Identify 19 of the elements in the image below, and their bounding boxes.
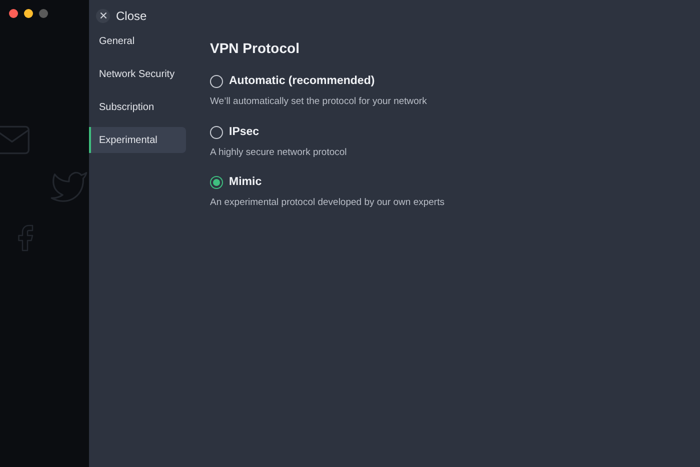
sidebar-item[interactable]: Subscription <box>89 94 186 120</box>
zoom-window-control[interactable] <box>39 9 48 18</box>
sidebar-item[interactable]: General <box>89 28 186 54</box>
close-window-control[interactable] <box>9 9 18 18</box>
option-label: Automatic (recommended) <box>229 74 375 89</box>
option-description: We’ll automatically set the protocol for your network <box>210 95 428 110</box>
sidebar-item[interactable]: Network Security <box>89 61 186 87</box>
close-button[interactable]: Close <box>96 6 147 24</box>
option-description: An experimental protocol developed by our own experts <box>210 196 444 210</box>
section-title: VPN Protocol <box>210 39 300 58</box>
sidebar-item[interactable]: Experimental <box>89 127 186 153</box>
minimize-window-control[interactable] <box>24 9 33 18</box>
radio-button[interactable] <box>210 75 223 88</box>
radio-button[interactable] <box>210 126 223 139</box>
radio-button[interactable] <box>210 176 223 190</box>
option-label: Mimic <box>229 175 262 190</box>
option-label: IPsec <box>229 124 260 140</box>
option-description: A highly secure network protocol <box>210 146 348 160</box>
close-icon <box>96 8 110 22</box>
